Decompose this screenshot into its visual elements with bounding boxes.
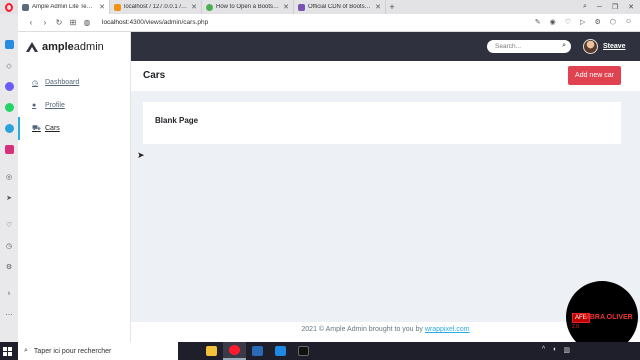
telegram-icon[interactable] (4, 124, 14, 133)
tab-close-icon[interactable]: ✕ (191, 3, 197, 11)
user-icon: ● (32, 102, 37, 109)
url-field[interactable]: localhost:4300/views/admin/cars.php (102, 19, 208, 26)
page-footer: 2021 © Ample Admin brought to you by wra… (131, 322, 640, 342)
app-sidebar: ampleadmin ◷ Dashboard ● Profile ⛟ Cars (18, 32, 131, 342)
system-tray: ^ ◖ ▥ (542, 346, 570, 354)
bookmarks-icon[interactable]: ♡ (5, 220, 14, 229)
camera-icon[interactable]: ◉ (550, 18, 556, 26)
search-icon: ⌕ (24, 347, 28, 354)
site-info-icon[interactable]: ◍ (80, 18, 94, 27)
tab-favicon-icon (206, 3, 213, 11)
top-header: Search... ⌕ Steave (131, 32, 640, 61)
page-heading: Cars Add new car (131, 61, 640, 91)
user-menu[interactable]: Steave (583, 39, 626, 54)
tab-favicon-icon (22, 3, 29, 11)
browser-tab-ample-admin[interactable]: Ample Admin Lite Templat ✕ (18, 0, 110, 14)
maximize-icon[interactable]: ❐ (612, 3, 618, 11)
address-bar-actions: ✎ ◉ ♡ ▷ ⚙ ⬡ ☺ (535, 18, 632, 26)
opera-browser-icon[interactable] (223, 342, 246, 360)
opera-logo-icon[interactable] (0, 0, 18, 14)
whatsapp-icon[interactable] (4, 103, 14, 112)
sidebar-nav: ◷ Dashboard ● Profile ⛟ Cars (18, 71, 130, 140)
search-input[interactable]: Search... ⌕ (487, 40, 571, 53)
history-icon[interactable]: ◷ (5, 241, 14, 250)
tab-grid-icon[interactable]: ⊞ (66, 18, 80, 27)
heart-icon[interactable]: ♡ (565, 18, 571, 26)
reload-icon[interactable]: ↻ (52, 18, 66, 27)
address-bar: ‹ › ↻ ⊞ ◍ localhost:4300/views/admin/car… (18, 14, 640, 32)
send-icon[interactable]: ➤ (5, 193, 14, 202)
search-tabs-icon[interactable]: ⌕ (583, 3, 587, 11)
sidebar-item-label: Cars (45, 125, 60, 132)
footer-link[interactable]: wrappixel.com (425, 326, 470, 333)
settings-icon[interactable]: ⚙ (594, 18, 600, 26)
profile-icon[interactable]: ☺ (625, 18, 632, 26)
browser-tab-localhost[interactable]: localhost / 127.0.0.1 / car ✕ (110, 0, 202, 14)
powershell-icon[interactable] (246, 342, 269, 360)
back-icon[interactable]: ‹ (24, 18, 38, 27)
avatar (583, 39, 598, 54)
play-icon[interactable]: ▷ (580, 18, 585, 26)
ample-logo-icon (26, 41, 38, 52)
windows-start-icon[interactable] (0, 342, 14, 360)
messenger-icon[interactable] (4, 82, 14, 91)
window-controls: ⌕ ─ ❐ ✕ (583, 0, 634, 14)
minimize-icon[interactable]: ─ (597, 4, 602, 11)
tab-close-icon[interactable]: ✕ (99, 3, 105, 11)
taskbar-search-input[interactable]: ⌕ Taper ici pour rechercher (18, 342, 178, 360)
volume-icon[interactable]: ◖ (552, 346, 556, 354)
file-explorer-icon[interactable] (200, 342, 223, 360)
mouse-cursor-icon: ➤ (137, 150, 145, 160)
chevron-up-icon[interactable]: ^ (542, 346, 545, 354)
player-icon[interactable]: ◎ (5, 172, 14, 181)
sidebar-item-label: Dashboard (45, 79, 80, 86)
user-name: Steave (603, 43, 626, 50)
edit-icon[interactable]: ✎ (535, 18, 541, 26)
page-title: Cars (143, 70, 166, 81)
close-window-icon[interactable]: ✕ (628, 3, 634, 11)
tab-favicon-icon (298, 3, 305, 11)
terminal-icon[interactable] (292, 342, 315, 360)
taskbar-apps (200, 342, 315, 360)
extensions-icon[interactable]: ⬡ (610, 18, 616, 26)
brand-logo[interactable]: ampleadmin (18, 32, 130, 61)
card-title: Blank Page (155, 116, 199, 125)
vscode-icon[interactable] (269, 342, 292, 360)
tab-close-icon[interactable]: ✕ (375, 3, 381, 11)
sidebar-item-profile[interactable]: ● Profile (18, 94, 130, 117)
sidebar-item-cars[interactable]: ⛟ Cars (18, 117, 130, 140)
crypto-wallet-icon[interactable]: ◇ (5, 61, 14, 70)
clock-icon: ◷ (32, 79, 39, 87)
car-icon: ⛟ (32, 125, 41, 132)
sidebar-item-dashboard[interactable]: ◷ Dashboard (18, 71, 130, 94)
tab-favicon-icon (114, 3, 121, 11)
new-tab-button[interactable]: + (386, 2, 398, 12)
browser-side-rail: ◇ ◎ ➤ ♡ ◷ ⚙ ♁ ⋯ (0, 14, 18, 342)
blank-page-card: Blank Page (143, 102, 621, 144)
search-icon[interactable]: ⌕ (562, 42, 566, 50)
rail-settings-icon[interactable]: ⚙ (5, 262, 14, 271)
instagram-icon[interactable] (4, 145, 14, 154)
lightbulb-icon[interactable]: ♁ (5, 289, 14, 298)
browser-tab-bootstrap-cdn[interactable]: Official CDN of Bootstrap ✕ (294, 0, 386, 14)
home-icon[interactable] (4, 40, 14, 49)
browser-tab-how-to-open[interactable]: How to Open a Bootstrap ✕ (202, 0, 294, 14)
network-icon[interactable]: ▥ (563, 346, 570, 354)
more-icon[interactable]: ⋯ (5, 310, 14, 319)
forward-icon[interactable]: › (38, 18, 52, 27)
add-new-car-button[interactable]: Add new car (568, 66, 621, 85)
tab-close-icon[interactable]: ✕ (283, 3, 289, 11)
browser-tab-strip: Ample Admin Lite Templat ✕ localhost / 1… (0, 0, 640, 14)
windows-taskbar: ⌕ Taper ici pour rechercher ^ ◖ ▥ (0, 342, 640, 360)
sidebar-item-label: Profile (45, 102, 65, 109)
